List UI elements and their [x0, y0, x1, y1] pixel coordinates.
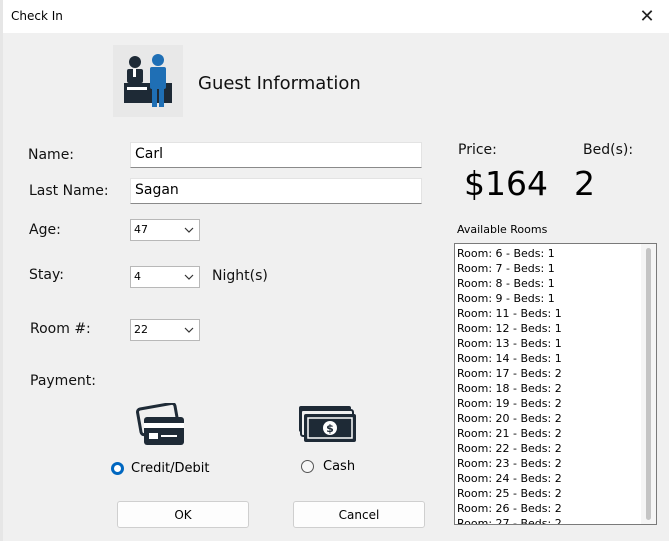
list-item[interactable]: Room: 12 - Beds: 1 — [457, 321, 639, 336]
stay-select[interactable]: 4 — [130, 266, 200, 288]
age-select[interactable]: 47 — [130, 219, 200, 241]
list-item[interactable]: Room: 7 - Beds: 1 — [457, 261, 639, 276]
cash-option[interactable]: Cash — [301, 459, 355, 474]
close-button[interactable]: ✕ — [633, 4, 661, 28]
last-name-input[interactable]: Sagan — [130, 178, 422, 204]
room-label: Room #: — [30, 321, 91, 337]
svg-text:$: $ — [326, 422, 334, 435]
list-item[interactable]: Room: 20 - Beds: 2 — [457, 411, 639, 426]
beds-value: 2 — [574, 164, 595, 203]
credit-card-icon — [135, 401, 189, 449]
name-input[interactable]: Carl — [130, 142, 422, 168]
room-select-value: 22 — [134, 323, 148, 336]
list-item[interactable]: Room: 14 - Beds: 1 — [457, 351, 639, 366]
cash-label: Cash — [323, 459, 356, 474]
rooms-scrollbar[interactable] — [641, 244, 656, 524]
credit-debit-radio[interactable] — [111, 462, 124, 475]
list-item[interactable]: Room: 9 - Beds: 1 — [457, 291, 639, 306]
chevron-down-icon — [184, 274, 194, 280]
list-item[interactable]: Room: 23 - Beds: 2 — [457, 456, 639, 471]
list-item[interactable]: Room: 26 - Beds: 2 — [457, 501, 639, 516]
room-list-items: Room: 6 - Beds: 1 Room: 7 - Beds: 1 Room: … — [457, 246, 639, 524]
list-item[interactable]: Room: 11 - Beds: 1 — [457, 306, 639, 321]
list-item[interactable]: Room: 25 - Beds: 2 — [457, 486, 639, 501]
room-select[interactable]: 22 — [130, 319, 200, 341]
stay-select-value: 4 — [134, 270, 141, 283]
list-item[interactable]: Room: 24 - Beds: 2 — [457, 471, 639, 486]
check-in-form: Guest Information Name: Carl Last Name: … — [3, 33, 669, 541]
payment-label: Payment: — [30, 373, 97, 389]
ok-button[interactable]: OK — [117, 501, 249, 528]
title-bar[interactable]: Check In ✕ — [3, 0, 669, 33]
window-title: Check In — [11, 9, 63, 23]
available-rooms-list[interactable]: Room: 6 - Beds: 1 Room: 7 - Beds: 1 Room: … — [454, 243, 657, 525]
list-item[interactable]: Room: 18 - Beds: 2 — [457, 381, 639, 396]
cancel-button[interactable]: Cancel — [293, 501, 425, 528]
cash-icon: $ — [296, 403, 358, 445]
chevron-down-icon — [184, 327, 194, 333]
scrollbar-thumb[interactable] — [646, 248, 651, 520]
credit-debit-label: Credit/Debit — [131, 461, 210, 476]
available-rooms-label: Available Rooms — [457, 223, 548, 236]
last-name-label: Last Name: — [29, 183, 109, 199]
stay-label: Stay: — [29, 267, 64, 283]
price-value: $164 — [464, 164, 548, 203]
list-item[interactable]: Room: 8 - Beds: 1 — [457, 276, 639, 291]
list-item[interactable]: Room: 21 - Beds: 2 — [457, 426, 639, 441]
chevron-down-icon — [184, 227, 194, 233]
beds-label: Bed(s): — [583, 142, 634, 158]
price-label: Price: — [458, 142, 497, 158]
list-item[interactable]: Room: 27 - Beds: 2 — [457, 516, 639, 524]
list-item[interactable]: Room: 22 - Beds: 2 — [457, 441, 639, 456]
age-label: Age: — [29, 222, 61, 238]
list-item[interactable]: Room: 13 - Beds: 1 — [457, 336, 639, 351]
guest-reception-icon — [113, 45, 183, 117]
cash-radio[interactable] — [301, 460, 314, 473]
age-select-value: 47 — [134, 223, 148, 236]
page-title: Guest Information — [198, 73, 361, 94]
name-label: Name: — [28, 147, 75, 163]
list-item[interactable]: Room: 6 - Beds: 1 — [457, 246, 639, 261]
list-item[interactable]: Room: 19 - Beds: 2 — [457, 396, 639, 411]
list-item[interactable]: Room: 17 - Beds: 2 — [457, 366, 639, 381]
nights-label: Night(s) — [212, 268, 268, 284]
close-icon: ✕ — [639, 5, 655, 27]
credit-debit-option[interactable]: Credit/Debit — [111, 461, 209, 476]
